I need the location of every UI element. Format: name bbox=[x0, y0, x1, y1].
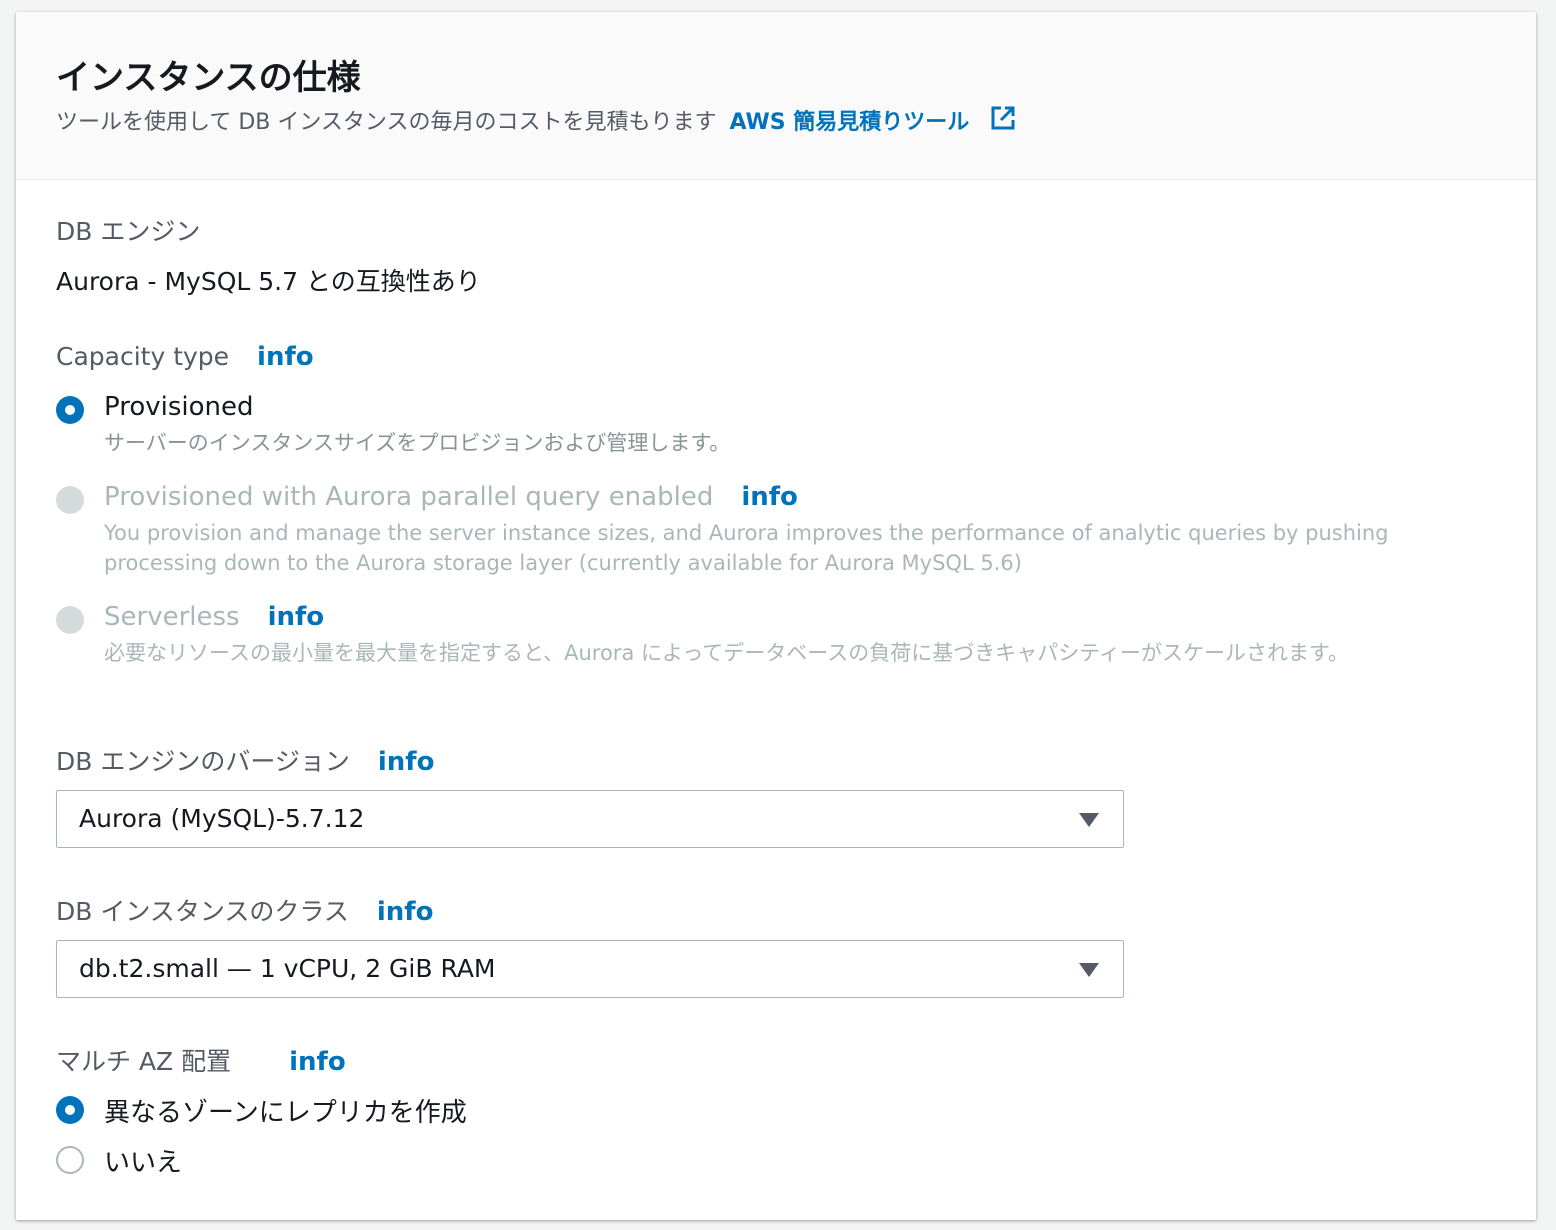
radio-option-label-row: Provisioned with Aurora parallel query e… bbox=[104, 482, 798, 512]
instance-class-select[interactable]: db.t2.small — 1 vCPU, 2 GiB RAM bbox=[56, 940, 1124, 998]
radio-option-provisioned[interactable]: Provisioned サーバーのインスタンスサイズをプロビジョンおよび管理しま… bbox=[56, 392, 1496, 472]
panel-title: インスタンスの仕様 bbox=[56, 58, 361, 98]
engine-version-select[interactable]: Aurora (MySQL)-5.7.12 bbox=[56, 790, 1124, 848]
radio-option-description: サーバーのインスタンスサイズをプロビジョンおよび管理します。 bbox=[104, 431, 731, 455]
db-engine-value: Aurora - MySQL 5.7 との互換性あり bbox=[56, 267, 481, 296]
multi-az-info-link[interactable]: info bbox=[289, 1047, 346, 1077]
engine-version-info-link[interactable]: info bbox=[378, 747, 435, 777]
radio-option-label: Provisioned with Aurora parallel query e… bbox=[104, 482, 714, 512]
panel-description: ツールを使用して DB インスタンスの毎月のコストを見積もります AWS 簡易見… bbox=[56, 104, 1017, 138]
radio-option-label-row: Serverless info bbox=[104, 602, 324, 632]
external-link-icon bbox=[989, 104, 1017, 138]
caret-down-icon bbox=[1079, 813, 1099, 827]
pricing-calculator-link[interactable]: AWS 簡易見積りツール bbox=[729, 106, 1016, 135]
radio-option-no[interactable]: いいえ bbox=[56, 1142, 1496, 1178]
radio-button-disabled bbox=[56, 606, 84, 634]
radio-option-label: Provisioned bbox=[104, 392, 254, 422]
radio-option-label: いいえ bbox=[104, 1148, 183, 1178]
capacity-type-info-link[interactable]: info bbox=[257, 342, 314, 372]
caret-down-icon bbox=[1079, 963, 1099, 977]
instance-spec-panel: インスタンスの仕様 ツールを使用して DB インスタンスの毎月のコストを見積もり… bbox=[16, 12, 1536, 1220]
radio-option-label: 異なるゾーンにレプリカを作成 bbox=[104, 1098, 467, 1128]
serverless-info-link[interactable]: info bbox=[268, 602, 325, 632]
radio-option-label: Serverless bbox=[104, 602, 240, 632]
description-text: ツールを使用して DB インスタンスの毎月のコストを見積もります bbox=[56, 110, 717, 135]
panel-header: インスタンスの仕様 ツールを使用して DB インスタンスの毎月のコストを見積もり… bbox=[16, 12, 1536, 180]
pricing-calculator-link-label: AWS 簡易見積りツール bbox=[729, 110, 970, 135]
radio-option-serverless: Serverless info 必要なリソースの最小量を最大量を指定すると、Aur… bbox=[56, 602, 1496, 712]
radio-option-create-replica[interactable]: 異なるゾーンにレプリカを作成 bbox=[56, 1092, 1496, 1128]
instance-class-info-link[interactable]: info bbox=[377, 897, 434, 927]
radio-option-description: You provision and manage the server inst… bbox=[104, 521, 1389, 575]
db-engine-label: DB エンジン bbox=[56, 217, 201, 246]
radio-button-disabled bbox=[56, 486, 84, 514]
radio-button-selected[interactable] bbox=[56, 1096, 84, 1124]
multi-az-label-text: マルチ AZ 配置 bbox=[56, 1047, 232, 1076]
capacity-type-label: Capacity type info bbox=[56, 342, 314, 372]
parallel-query-info-link[interactable]: info bbox=[741, 482, 798, 512]
multi-az-label: マルチ AZ 配置 info bbox=[56, 1042, 346, 1078]
capacity-type-label-text: Capacity type bbox=[56, 342, 230, 371]
radio-option-parallel-query: Provisioned with Aurora parallel query e… bbox=[56, 482, 1496, 592]
engine-version-label: DB エンジンのバージョン info bbox=[56, 742, 434, 778]
radio-button-unselected[interactable] bbox=[56, 1146, 84, 1174]
engine-version-label-text: DB エンジンのバージョン bbox=[56, 747, 350, 776]
instance-class-label-text: DB インスタンスのクラス bbox=[56, 897, 349, 926]
engine-version-selected-value: Aurora (MySQL)-5.7.12 bbox=[79, 804, 365, 833]
instance-class-label: DB インスタンスのクラス info bbox=[56, 892, 433, 928]
instance-class-selected-value: db.t2.small — 1 vCPU, 2 GiB RAM bbox=[79, 954, 496, 983]
radio-button-selected[interactable] bbox=[56, 396, 84, 424]
radio-option-description: 必要なリソースの最小量を最大量を指定すると、Aurora によってデータベースの… bbox=[104, 641, 1349, 665]
